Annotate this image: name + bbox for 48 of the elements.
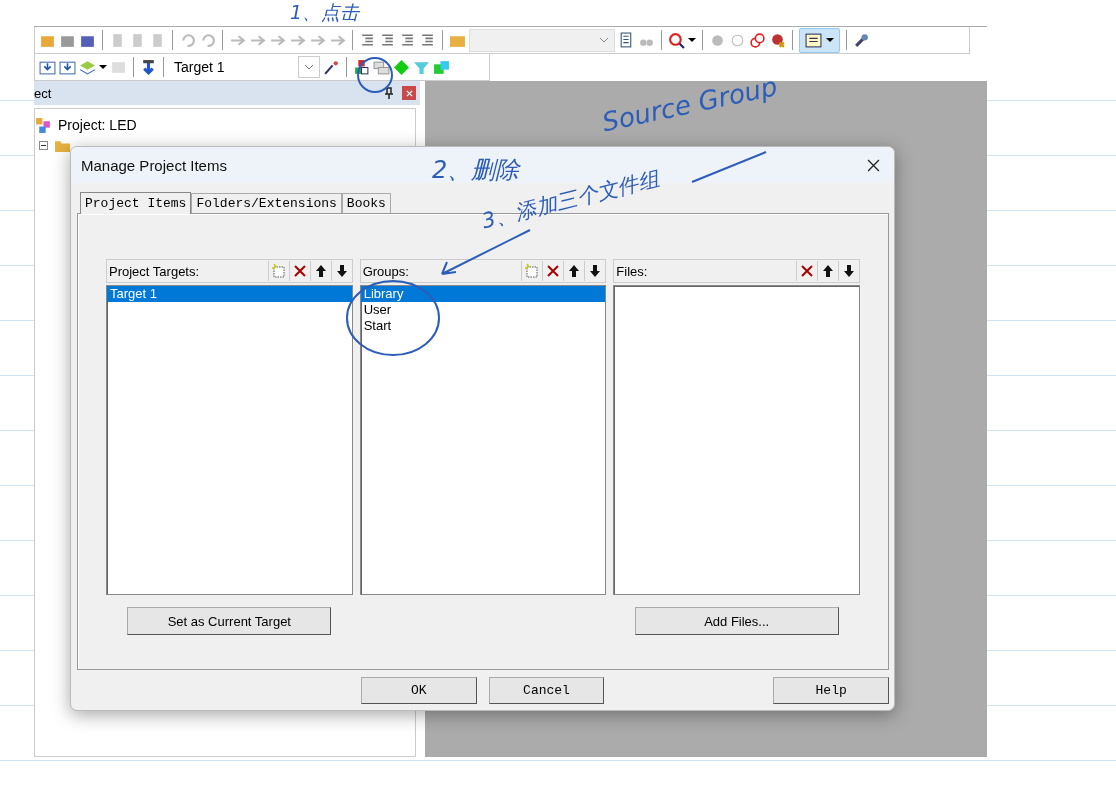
dropdown-arrow-icon[interactable]: [99, 63, 107, 71]
list-title: Project Targets:: [109, 263, 201, 279]
debug-magnifier-icon[interactable]: [668, 31, 685, 49]
load-arrow-icon[interactable]: [140, 58, 157, 76]
window-icon: [805, 31, 822, 49]
wrench-icon[interactable]: [853, 31, 870, 49]
clear-breakpoints-icon[interactable]: [769, 31, 786, 49]
dropdown-arrow-icon[interactable]: [688, 36, 696, 44]
tab[interactable]: Books: [341, 193, 391, 213]
handwritten-note: 2、删除: [432, 158, 520, 182]
action-button[interactable]: Set as Current Target: [127, 607, 332, 635]
list-item[interactable]: Start: [360, 318, 606, 334]
chevron-down-icon: [304, 64, 314, 70]
colored-blocks-icon[interactable]: [353, 58, 370, 76]
close-icon: [405, 89, 413, 97]
list-item[interactable]: User: [360, 302, 606, 318]
dropdown-arrow-icon: [826, 36, 834, 44]
outdent-icon[interactable]: [379, 31, 396, 49]
chevron-down-icon[interactable]: [599, 37, 609, 43]
list-item[interactable]: Target 1: [107, 286, 352, 302]
layers-icon[interactable]: [79, 58, 96, 76]
list-title: Groups:: [362, 263, 410, 279]
breakpoints-icon[interactable]: [749, 31, 766, 49]
dialog-button[interactable]: Cancel: [488, 677, 605, 704]
project-icon: [35, 116, 52, 134]
dialog-button[interactable]: Help: [773, 677, 889, 704]
close-button[interactable]: [402, 86, 416, 100]
pin-icon[interactable]: [384, 87, 394, 99]
handwritten-note: Source Group: [600, 73, 780, 136]
collapse-icon[interactable]: [39, 140, 48, 150]
list-item[interactable]: Library: [360, 286, 606, 302]
ink-circle: [355, 55, 395, 95]
close-icon[interactable]: [867, 158, 880, 172]
dialog-button[interactable]: OK: [361, 677, 477, 704]
tab[interactable]: Project Items: [80, 192, 192, 214]
window-layout-button[interactable]: [799, 27, 840, 53]
indent-icon[interactable]: [359, 31, 376, 49]
dialog-title: Manage Project Items: [81, 156, 227, 174]
list-title: Files:: [616, 263, 649, 279]
panel-title: ect: [34, 85, 53, 101]
handwritten-note: 1、点击: [290, 3, 360, 22]
target-select[interactable]: Target 1: [170, 56, 320, 78]
tree-item[interactable]: Project: LED: [58, 117, 137, 133]
action-button[interactable]: Add Files...: [634, 607, 839, 635]
magic-wand-icon[interactable]: [323, 58, 340, 76]
tab[interactable]: Folders/Extensions: [191, 193, 342, 213]
comment-icon[interactable]: [399, 31, 416, 49]
uncomment-icon[interactable]: [419, 31, 436, 49]
